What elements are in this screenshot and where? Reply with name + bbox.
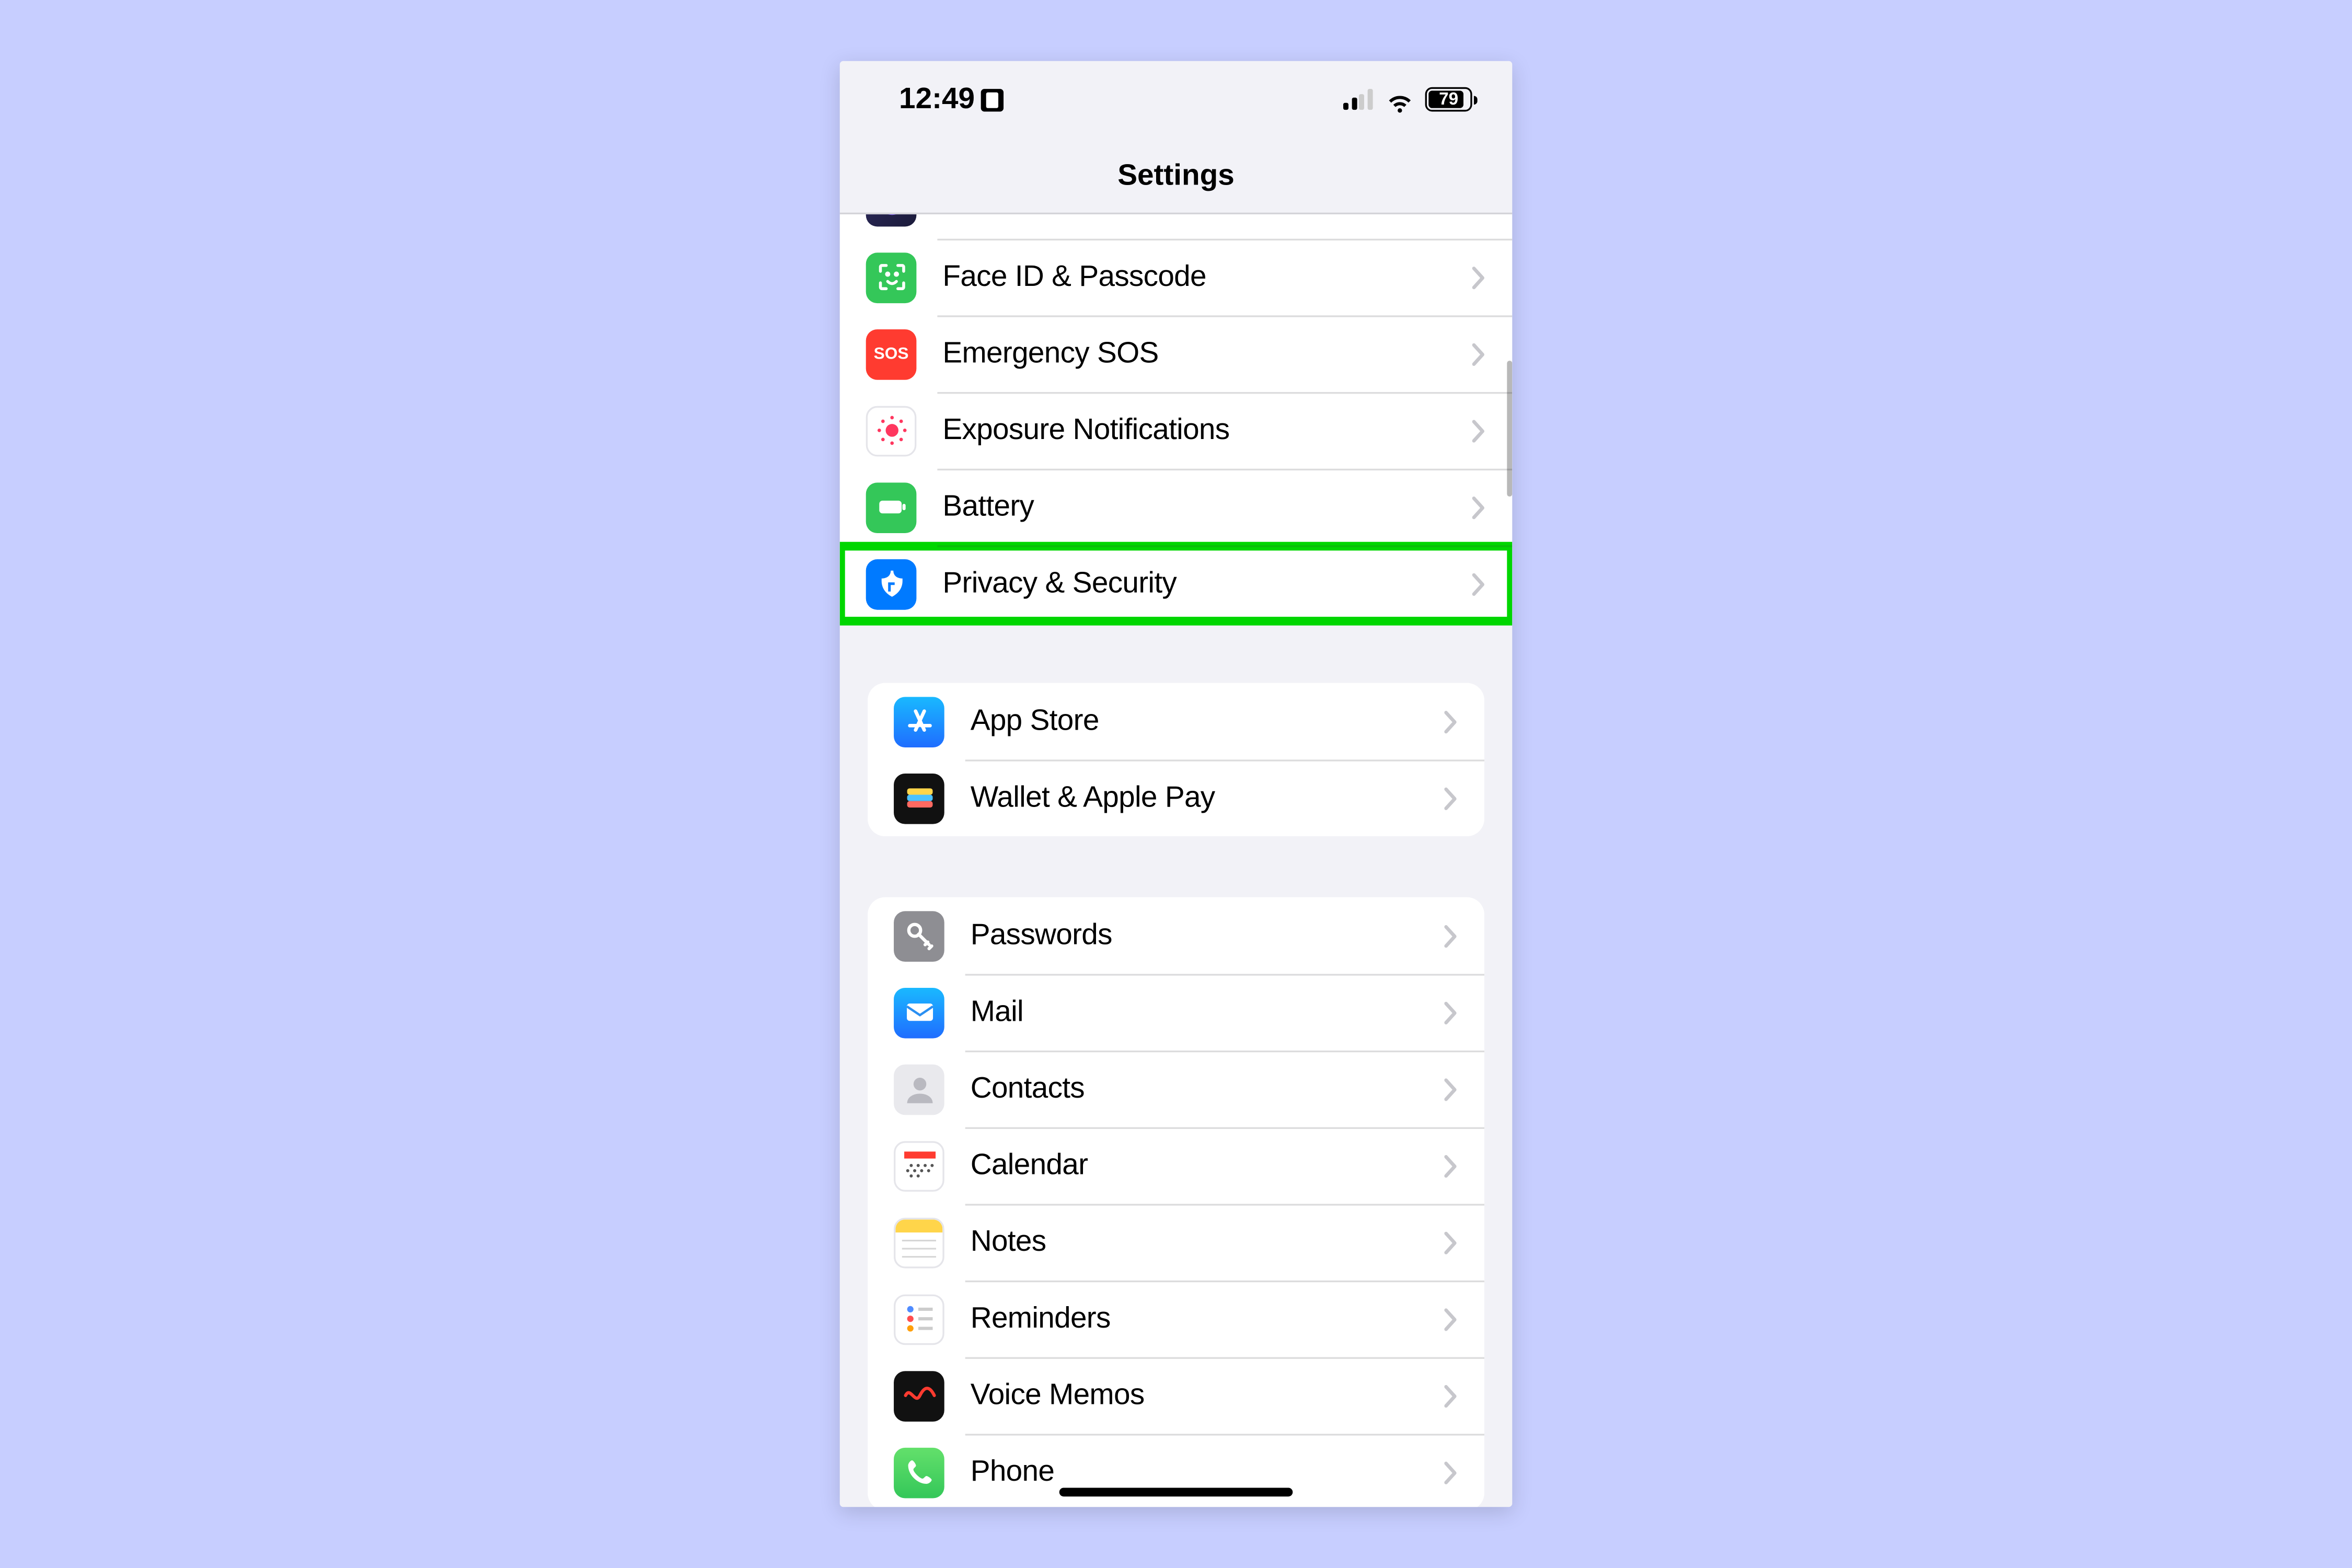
key-icon xyxy=(894,910,944,961)
mail-icon xyxy=(894,987,944,1037)
notes-icon xyxy=(894,1217,944,1267)
row-label: Calendar xyxy=(971,1148,1445,1183)
chevron-right-icon xyxy=(1444,1308,1458,1330)
battery-level: 79 xyxy=(1439,90,1458,109)
sos-icon: SOS xyxy=(866,328,917,379)
row-label: Siri & Search xyxy=(942,214,1472,218)
row-calendar[interactable]: Calendar xyxy=(868,1127,1484,1204)
contacts-icon xyxy=(894,1064,944,1114)
scroll-indicator[interactable] xyxy=(1506,361,1512,497)
row-label: Exposure Notifications xyxy=(942,413,1472,448)
faceid-icon xyxy=(866,252,917,303)
row-appstore[interactable]: App Store xyxy=(868,683,1484,760)
row-label: Passwords xyxy=(971,918,1445,953)
chevron-right-icon xyxy=(1444,1001,1458,1023)
row-label: Phone xyxy=(971,1455,1445,1490)
chevron-right-icon xyxy=(1472,419,1486,442)
wallet-icon xyxy=(894,773,944,823)
voicememos-icon xyxy=(894,1370,944,1421)
row-label: Contacts xyxy=(971,1071,1445,1106)
exposure-icon xyxy=(866,405,917,456)
chevron-right-icon xyxy=(1444,710,1458,732)
row-label: Face ID & Passcode xyxy=(942,260,1472,295)
row-exposure[interactable]: Exposure Notifications xyxy=(840,392,1513,469)
row-siri[interactable]: Siri & Search xyxy=(840,214,1513,239)
row-voicememos[interactable]: Voice Memos xyxy=(868,1357,1484,1434)
wifi-icon xyxy=(1385,85,1415,114)
row-contacts[interactable]: Contacts xyxy=(868,1051,1484,1127)
privacy-icon xyxy=(866,558,917,609)
reminders-icon xyxy=(894,1294,944,1344)
nav-bar: Settings xyxy=(840,137,1513,214)
chevron-right-icon xyxy=(1444,787,1458,809)
settings-group-2: App Store Wallet & Apple Pay xyxy=(868,683,1484,836)
row-battery[interactable]: Battery xyxy=(840,469,1513,546)
chevron-right-icon xyxy=(1444,1078,1458,1100)
status-time: 12:49 xyxy=(899,82,975,117)
page-title: Settings xyxy=(1117,158,1235,193)
row-mail[interactable]: Mail xyxy=(868,974,1484,1051)
row-label: Reminders xyxy=(971,1301,1445,1336)
settings-group-1: Siri & Search Face ID & Passcode SOS Eme… xyxy=(840,214,1513,622)
row-faceid[interactable]: Face ID & Passcode xyxy=(840,239,1513,316)
appstore-icon xyxy=(894,696,944,747)
battery-icon: 79 xyxy=(1425,87,1478,112)
chevron-right-icon xyxy=(1444,924,1458,947)
row-notes[interactable]: Notes xyxy=(868,1204,1484,1281)
row-privacy[interactable]: Privacy & Security xyxy=(840,545,1513,622)
row-label: Privacy & Security xyxy=(942,566,1472,601)
row-label: App Store xyxy=(971,704,1445,739)
siri-icon xyxy=(866,214,917,226)
sim-icon xyxy=(982,88,1004,110)
row-label: Notes xyxy=(971,1225,1445,1260)
settings-scroll[interactable]: Siri & Search Face ID & Passcode SOS Eme… xyxy=(840,214,1513,1507)
status-bar: 12:49 79 xyxy=(840,61,1513,138)
chevron-right-icon xyxy=(1472,495,1486,518)
phone-frame: 12:49 79 Settings Siri & Search xyxy=(840,61,1513,1507)
home-indicator[interactable] xyxy=(1059,1488,1293,1497)
chevron-right-icon xyxy=(1472,342,1486,365)
chevron-right-icon xyxy=(1444,1231,1458,1253)
row-label: Emergency SOS xyxy=(942,336,1472,371)
row-label: Battery xyxy=(942,490,1472,525)
row-passwords[interactable]: Passwords xyxy=(868,897,1484,974)
row-sos[interactable]: SOS Emergency SOS xyxy=(840,315,1513,392)
chevron-right-icon xyxy=(1444,1384,1458,1406)
cellular-icon xyxy=(1343,89,1375,110)
row-label: Mail xyxy=(971,995,1445,1030)
chevron-right-icon xyxy=(1444,1154,1458,1177)
row-wallet[interactable]: Wallet & Apple Pay xyxy=(868,759,1484,836)
row-label: Voice Memos xyxy=(971,1378,1445,1413)
row-reminders[interactable]: Reminders xyxy=(868,1281,1484,1357)
chevron-right-icon xyxy=(1472,266,1486,288)
calendar-icon xyxy=(894,1140,944,1191)
battery-settings-icon xyxy=(866,482,917,533)
phone-icon xyxy=(894,1447,944,1497)
chevron-right-icon xyxy=(1444,1461,1458,1483)
chevron-right-icon xyxy=(1472,572,1486,595)
settings-group-3: Passwords Mail Contacts xyxy=(868,897,1484,1507)
row-label: Wallet & Apple Pay xyxy=(971,780,1445,815)
